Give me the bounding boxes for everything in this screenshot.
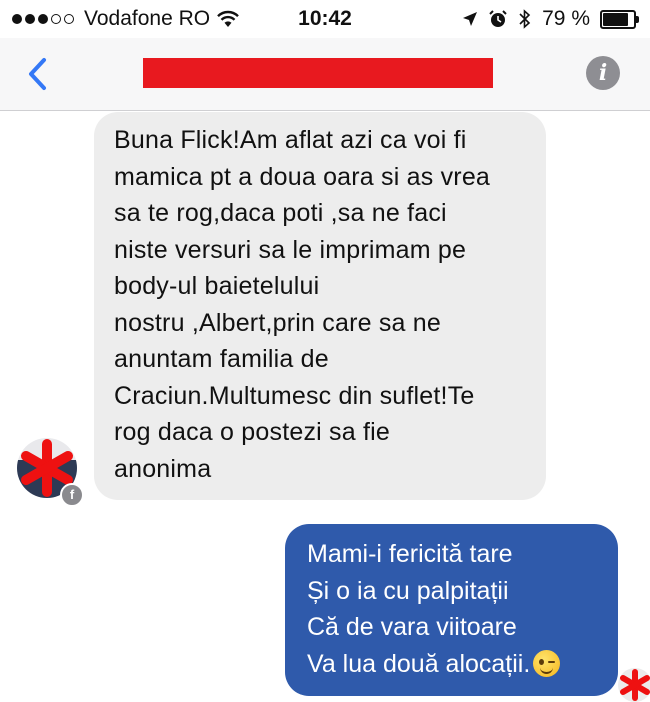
message-line: Va lua două alocații.	[307, 649, 531, 678]
alarm-icon	[489, 10, 507, 27]
bluetooth-icon	[519, 9, 531, 29]
message-line: Că de vara viitoare	[307, 613, 517, 641]
outgoing-message-bubble[interactable]: Mami-i fericită tare Și o ia cu palpitaț…	[285, 524, 618, 696]
message-line: Craciun.Multumesc din suflet!Te	[114, 381, 475, 410]
message-line: body-ul baietelului	[114, 272, 320, 300]
incoming-message-text: Buna Flick!Am aflat azi ca voi fi mamica…	[114, 122, 532, 487]
winking-face-emoji-icon	[533, 649, 561, 677]
outgoing-message-text: Mami-i fericită tare Și o ia cu palpitaț…	[307, 536, 604, 682]
message-line: Mami-i fericită tare	[307, 540, 513, 568]
chevron-left-icon	[29, 58, 46, 90]
message-line: anuntam familia de	[114, 345, 329, 373]
location-arrow-icon	[463, 12, 478, 26]
status-bar: Vodafone RO 10:42 79 %	[0, 0, 650, 38]
redacted-contact-name	[143, 58, 493, 88]
own-avatar[interactable]	[618, 668, 650, 702]
battery-icon	[600, 9, 639, 29]
message-line: anonima	[114, 454, 212, 483]
message-line: sa te rog,daca poti ,sa ne faci	[114, 199, 447, 227]
status-right: 79 %	[462, 7, 639, 31]
message-line: niste versuri sa le imprimam pe	[114, 235, 467, 264]
redaction-asterisk-icon	[620, 669, 650, 701]
message-line: rog daca o postezi sa fie	[114, 418, 390, 446]
incoming-message-bubble[interactable]: Buna Flick!Am aflat azi ca voi fi mamica…	[94, 112, 546, 500]
message-line: Buna Flick!Am aflat azi ca voi fi	[114, 126, 467, 154]
info-icon: i	[598, 60, 608, 86]
conversation-header: i	[0, 38, 650, 111]
battery-percent: 79 %	[542, 7, 590, 30]
info-button[interactable]: i	[586, 56, 620, 90]
message-line-last: Va lua două alocații.	[307, 646, 604, 683]
message-line: Și o ia cu palpitații	[307, 576, 509, 605]
message-line: nostru ,Albert,prin care sa ne	[114, 308, 441, 337]
facebook-badge-icon: f	[60, 483, 84, 507]
back-button[interactable]	[22, 52, 62, 96]
message-line: mamica pt a doua oara si as vrea	[114, 162, 491, 191]
